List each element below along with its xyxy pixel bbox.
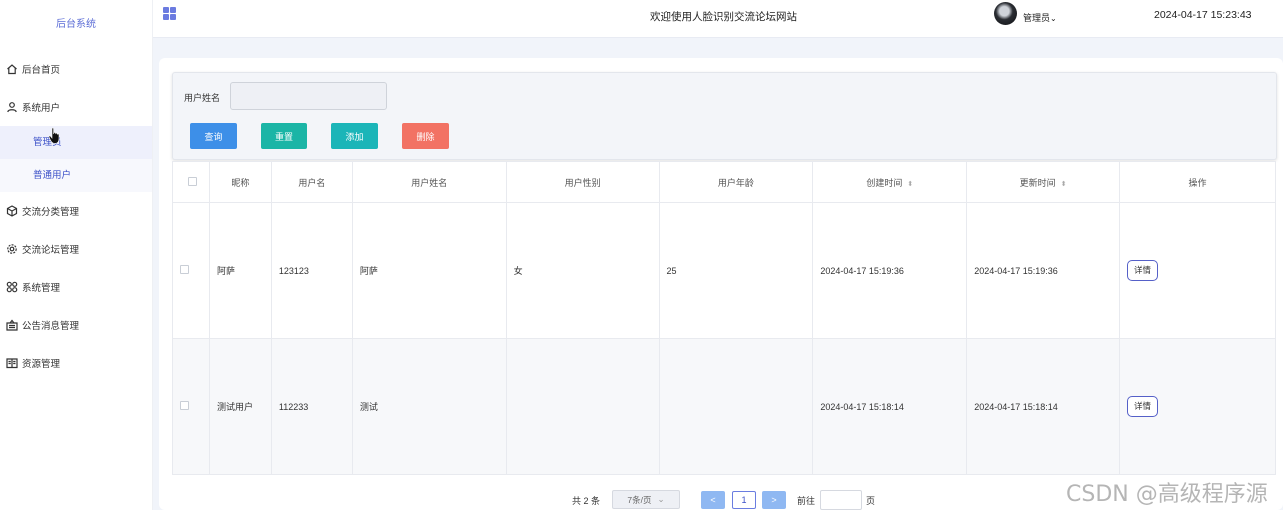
reset-button[interactable]: 重置 (261, 123, 307, 149)
cell-created: 2024-04-17 15:19:36 (812, 202, 968, 339)
column-header: 用户名 (270, 161, 353, 203)
cell-actions: 详情 (1119, 338, 1276, 475)
notice-icon (6, 319, 18, 331)
column-header: 用户姓名 (351, 161, 507, 203)
detail-button[interactable]: 详情 (1127, 396, 1159, 417)
column-header: 昵称 (208, 161, 272, 203)
cell-username: 112233 (270, 338, 353, 475)
search-button[interactable]: 查询 (190, 123, 237, 149)
cell-gender: 女 (505, 202, 660, 339)
sidebar-item-label: 后台首页 (22, 65, 61, 76)
user-icon (6, 101, 18, 113)
user-table: 昵称 用户名 用户姓名 用户性别 用户年龄 创建时间 ⬍ 更新时间 ⬍ 操作 阿萨 … (172, 161, 1276, 475)
book-icon (6, 357, 18, 369)
cell-gender (505, 338, 660, 475)
column-header: 操作 (1119, 161, 1276, 203)
cell-realname: 阿萨 (351, 202, 507, 339)
column-header: 用户性别 (505, 161, 660, 203)
grid-icon (6, 281, 18, 293)
select-all-cell[interactable] (172, 161, 210, 203)
row-checkbox[interactable] (180, 265, 189, 274)
home-icon (6, 63, 18, 75)
detail-button[interactable]: 详情 (1127, 260, 1159, 281)
sidebar-subitem-normal-users[interactable]: 普通用户 (0, 159, 152, 192)
goto-label: 前往 (797, 496, 816, 506)
column-header-label: 更新时间 (1019, 177, 1056, 188)
sidebar-item-label: 系统用户 (22, 103, 61, 114)
sidebar-item-forum[interactable]: 交流论坛管理 (0, 230, 152, 268)
sidebar-item-resource[interactable]: 资源管理 (0, 344, 152, 382)
column-header-updated[interactable]: 更新时间 ⬍ (966, 161, 1121, 203)
table-row: 阿萨 123123 阿萨 女 25 2024-04-17 15:19:36 20… (172, 202, 1276, 339)
sidebar-item-label: 公告消息管理 (22, 321, 80, 332)
brand-title: 后台系统 (56, 19, 96, 30)
sort-icon[interactable]: ⬍ (1061, 181, 1067, 188)
avatar[interactable] (994, 2, 1017, 25)
search-label: 用户姓名 (184, 93, 221, 103)
sidebar: 后台系统 后台首页 系统用户 管理员 普通用户 交流分类管理 交流论坛管理 系统… (0, 0, 153, 510)
column-header-label: 创建时间 (866, 177, 903, 188)
sidebar-item-system[interactable]: 系统管理 (0, 268, 152, 306)
user-name: 管理员 (1023, 13, 1051, 23)
menu-toggle-icon[interactable] (163, 7, 176, 20)
sort-icon[interactable]: ⬍ (907, 181, 913, 188)
row-select-cell[interactable] (172, 338, 210, 475)
sidebar-item-category[interactable]: 交流分类管理 (0, 192, 152, 230)
next-page-button[interactable]: > (762, 491, 786, 509)
prev-page-button[interactable]: < (701, 491, 725, 509)
page-size-select[interactable]: 7条/页 ⌄ (612, 490, 680, 509)
pagination-total: 共 2 条 (572, 496, 601, 506)
site-title: 欢迎使用人脸识别交流论坛网站 (650, 11, 797, 23)
search-form: 用户姓名 查询 重置 添加 删除 (172, 72, 1277, 160)
page-number-button[interactable]: 1 (732, 491, 756, 509)
chevron-down-icon: ⌄ (1050, 14, 1057, 23)
sidebar-item-system-users[interactable]: 系统用户 (0, 88, 152, 126)
cell-username: 123123 (270, 202, 353, 339)
user-menu[interactable]: 管理员⌄ (1023, 11, 1057, 24)
datetime: 2024-04-17 15:23:43 (1154, 9, 1252, 21)
sidebar-item-label: 系统管理 (22, 283, 61, 294)
cell-updated: 2024-04-17 15:18:14 (966, 338, 1121, 475)
column-header: 用户年龄 (658, 161, 814, 203)
sidebar-item-label: 资源管理 (22, 359, 61, 370)
hand-cursor-icon (48, 127, 60, 144)
name-search-input[interactable] (230, 82, 387, 110)
page-unit-label: 页 (866, 496, 876, 506)
row-checkbox[interactable] (180, 401, 189, 410)
sidebar-subitem-admin[interactable]: 管理员 (0, 126, 152, 159)
sidebar-item-notice[interactable]: 公告消息管理 (0, 306, 152, 344)
delete-button[interactable]: 删除 (402, 123, 449, 149)
sidebar-item-label: 交流分类管理 (22, 207, 80, 218)
top-bar: 欢迎使用人脸识别交流论坛网站 管理员⌄ 2024-04-17 15:23:43 (153, 0, 1283, 38)
select-all-checkbox[interactable] (187, 176, 197, 186)
cell-nickname: 测试用户 (208, 338, 272, 475)
cell-nickname: 阿萨 (208, 202, 272, 339)
cell-age (658, 338, 814, 475)
cell-created: 2024-04-17 15:18:14 (812, 338, 968, 475)
table-header-row: 昵称 用户名 用户姓名 用户性别 用户年龄 创建时间 ⬍ 更新时间 ⬍ 操作 (172, 161, 1276, 203)
table-row: 测试用户 112233 测试 2024-04-17 15:18:14 2024-… (172, 338, 1276, 475)
cube-icon (6, 205, 18, 217)
cell-realname: 测试 (351, 338, 507, 475)
goto-page-input[interactable] (820, 490, 862, 510)
chevron-down-icon: ⌄ (657, 494, 665, 504)
sidebar-item-home[interactable]: 后台首页 (0, 50, 152, 88)
sidebar-item-label: 交流论坛管理 (22, 245, 80, 256)
cell-age: 25 (658, 202, 814, 339)
watermark: CSDN @高级程序源 (1066, 482, 1268, 507)
cell-updated: 2024-04-17 15:19:36 (966, 202, 1121, 339)
row-select-cell[interactable] (172, 202, 210, 339)
gear-icon (6, 243, 18, 255)
page-size-value: 7条/页 (627, 494, 652, 505)
add-button[interactable]: 添加 (331, 123, 378, 149)
column-header-created[interactable]: 创建时间 ⬍ (812, 161, 968, 203)
cell-actions: 详情 (1119, 202, 1276, 339)
